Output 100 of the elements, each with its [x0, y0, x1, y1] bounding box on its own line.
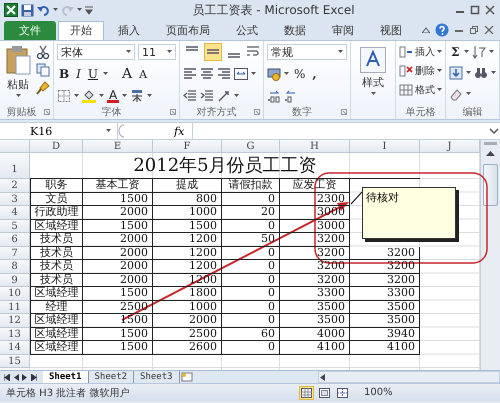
ribbon-tab[interactable]: 数据: [272, 21, 318, 40]
caret-icon[interactable]: [106, 129, 111, 133]
next-sheet-icon[interactable]: [22, 374, 28, 380]
help-icon[interactable]: [435, 23, 449, 37]
caret-icon[interactable]: [338, 50, 343, 54]
caret-icon[interactable]: [370, 92, 376, 96]
ribbon-tab[interactable]: 页面布局: [154, 21, 222, 40]
last-sheet-icon[interactable]: [31, 374, 37, 380]
prev-sheet-icon[interactable]: [13, 374, 19, 380]
align-center-icon[interactable]: [200, 67, 214, 81]
column-header[interactable]: I: [350, 140, 420, 153]
dialog-launcher-icon[interactable]: [44, 109, 50, 115]
column-header[interactable]: G: [222, 140, 280, 153]
name-box[interactable]: K16: [0, 123, 118, 139]
caret-icon[interactable]: [126, 50, 131, 54]
caret-icon[interactable]: [16, 94, 20, 98]
caret-icon[interactable]: [77, 8, 82, 12]
split-handle-icon[interactable]: [484, 142, 497, 146]
insert-function-button[interactable]: fx: [166, 123, 194, 139]
autosum-button[interactable]: Σ: [449, 44, 462, 60]
caret-icon[interactable]: [122, 94, 128, 98]
caret-icon[interactable]: [284, 72, 289, 76]
splitter-handle-icon[interactable]: [118, 124, 126, 138]
undo-icon[interactable]: [37, 4, 50, 16]
caret-icon[interactable]: [167, 50, 172, 54]
caret-icon[interactable]: [464, 50, 470, 54]
row-header[interactable]: 9: [0, 274, 30, 287]
bold-button[interactable]: B: [57, 66, 72, 82]
customize-icon[interactable]: [85, 5, 93, 15]
caret-icon[interactable]: [466, 71, 471, 75]
row-header[interactable]: 14: [0, 341, 30, 354]
caret-icon[interactable]: [103, 72, 108, 76]
copy-icon[interactable]: [36, 63, 50, 77]
page-break-view-icon[interactable]: [337, 388, 348, 398]
phonetic-guide-icon[interactable]: [130, 89, 144, 103]
maximize-icon[interactable]: [469, 5, 481, 15]
zoom-level[interactable]: 100%: [364, 387, 494, 398]
ribbon-tab[interactable]: 视图: [368, 21, 414, 40]
underline-button[interactable]: U: [86, 66, 100, 82]
caret-icon[interactable]: [437, 88, 442, 92]
decrease-decimal-icon[interactable]: [284, 89, 298, 103]
dialog-launcher-icon[interactable]: [341, 109, 347, 115]
row-header[interactable]: 6: [0, 233, 30, 246]
caret-icon[interactable]: [147, 94, 152, 98]
dialog-launcher-icon[interactable]: [170, 109, 176, 115]
comma-style-button[interactable]: ,: [310, 66, 319, 82]
scroll-up-icon[interactable]: [486, 150, 495, 156]
styles-button[interactable]: 样式: [354, 43, 392, 105]
caret-icon[interactable]: [437, 68, 442, 72]
font-color-button[interactable]: A: [107, 89, 120, 103]
sheet-tab[interactable]: Sheet1: [43, 371, 89, 383]
save-icon[interactable]: [21, 4, 34, 16]
page-layout-view-icon[interactable]: [319, 388, 330, 398]
currency-icon[interactable]: [267, 67, 281, 81]
align-left-icon[interactable]: [183, 67, 197, 81]
column-header[interactable]: E: [83, 140, 153, 153]
row-header[interactable]: 1: [0, 153, 30, 179]
first-sheet-icon[interactable]: [4, 374, 10, 380]
close-icon[interactable]: [484, 5, 496, 15]
shrink-font-button[interactable]: A: [137, 66, 150, 82]
decrease-indent-icon[interactable]: [183, 89, 197, 103]
column-header[interactable]: J: [420, 140, 480, 153]
orientation-icon[interactable]: [217, 89, 231, 103]
grow-font-button[interactable]: A: [120, 66, 134, 82]
row-header[interactable]: 13: [0, 328, 30, 341]
excel-icon[interactable]: [4, 3, 18, 17]
column-header[interactable]: H: [280, 140, 350, 153]
caret-icon[interactable]: [53, 8, 58, 12]
row-header[interactable]: 10: [0, 287, 30, 300]
column-header[interactable]: D: [30, 140, 83, 153]
font-name-dropdown[interactable]: 宋体: [57, 44, 135, 60]
caret-icon[interactable]: [466, 92, 471, 96]
dialog-launcher-icon[interactable]: [254, 109, 260, 115]
caret-icon[interactable]: [491, 71, 496, 75]
row-header[interactable]: 12: [0, 314, 30, 328]
paste-button[interactable]: 粘贴: [3, 43, 33, 105]
caret-icon[interactable]: [251, 72, 256, 76]
column-header[interactable]: F: [153, 140, 222, 153]
row-header[interactable]: 15: [0, 354, 30, 368]
normal-view-icon[interactable]: [301, 388, 312, 398]
caret-icon[interactable]: [99, 94, 104, 98]
close-icon[interactable]: [484, 26, 494, 34]
caret-icon[interactable]: [74, 94, 79, 98]
fill-color-icon[interactable]: [82, 89, 96, 103]
new-sheet-icon[interactable]: [180, 372, 194, 382]
fill-down-icon[interactable]: [449, 66, 463, 80]
ribbon-tab[interactable]: 文件: [4, 21, 56, 40]
merge-center-icon[interactable]: [234, 67, 248, 81]
row-header[interactable]: 8: [0, 260, 30, 274]
restore-icon[interactable]: [469, 26, 479, 34]
format-painter-icon[interactable]: [36, 81, 50, 95]
ribbon-tab[interactable]: 审阅: [320, 21, 366, 40]
cells-button[interactable]: 插入: [399, 43, 442, 60]
number-format-dropdown[interactable]: 常规: [267, 44, 347, 60]
collapse-ribbon-icon[interactable]: [422, 27, 430, 33]
sort-filter-icon[interactable]: [472, 45, 486, 59]
ribbon-tab[interactable]: 插入: [106, 21, 152, 40]
increase-decimal-icon[interactable]: [267, 89, 281, 103]
row-header[interactable]: 2: [0, 179, 30, 192]
ribbon-tab[interactable]: 开始: [58, 21, 104, 40]
